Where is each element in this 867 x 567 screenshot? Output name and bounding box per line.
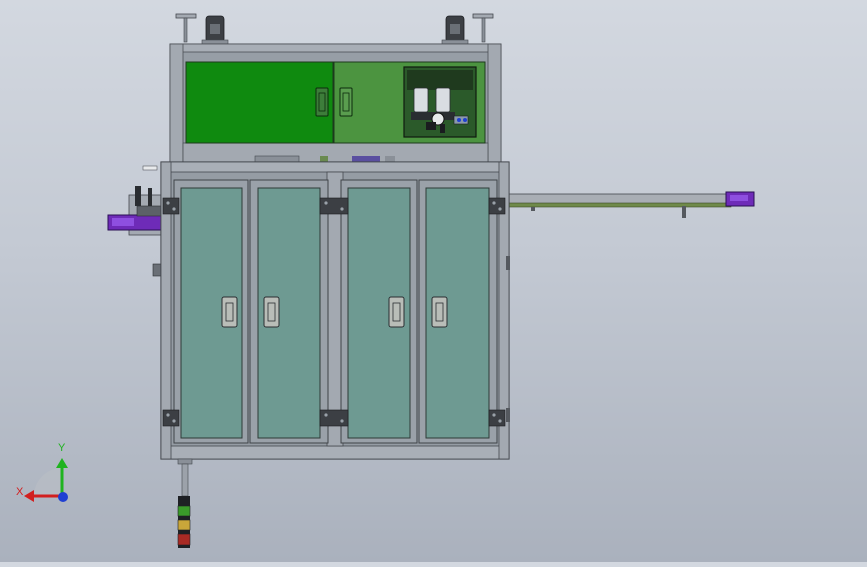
door-handle[interactable] [221, 296, 238, 328]
upper-panel-left[interactable] [185, 61, 334, 144]
axis-triad [24, 458, 68, 502]
z-axis [58, 492, 68, 502]
upper-cabinet[interactable] [169, 43, 502, 163]
door-handle[interactable] [431, 296, 448, 328]
x-axis-label: X [16, 486, 24, 498]
top-mount-right [441, 13, 494, 46]
machine-drawing [24, 13, 755, 548]
top-mount-left [175, 13, 229, 46]
door-2[interactable] [249, 179, 329, 444]
upper-panel-left-handle[interactable] [315, 87, 329, 117]
door-handle[interactable] [263, 296, 280, 328]
side-latch [506, 256, 510, 270]
side-latch [506, 408, 510, 422]
upper-panel-right-handle[interactable] [339, 87, 353, 117]
signal-tower[interactable] [177, 458, 193, 548]
left-feeder-module[interactable] [107, 186, 167, 277]
right-conveyor[interactable] [502, 191, 755, 218]
door-handle[interactable] [388, 296, 405, 328]
cad-viewport[interactable]: X Y [0, 0, 867, 562]
door-3[interactable] [340, 179, 418, 444]
y-axis-label: Y [58, 442, 66, 454]
door-4[interactable] [418, 179, 498, 444]
